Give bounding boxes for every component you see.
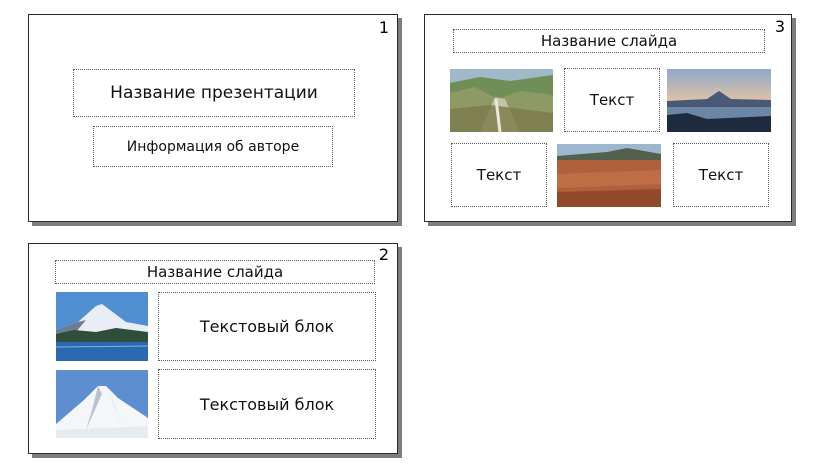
text-placeholder: Текст	[451, 143, 547, 207]
presentation-title-placeholder: Название презентации	[73, 69, 355, 117]
text-placeholder: Текст	[564, 68, 660, 132]
slide-number: 3	[774, 17, 785, 36]
slide-title-placeholder: Название слайда	[55, 260, 375, 284]
slide-number: 1	[378, 18, 389, 37]
author-info-placeholder: Информация об авторе	[93, 126, 333, 167]
text-block-placeholder: Текстовый блок	[158, 369, 376, 439]
tundra-photo	[557, 144, 661, 207]
volcano-lake-photo	[56, 292, 148, 361]
slide-3[interactable]: 3 Название слайда Текст Текст Текст	[424, 14, 792, 222]
volcano-sunset-photo	[667, 69, 771, 132]
snowy-volcano-photo	[56, 370, 148, 438]
text-block-placeholder: Текстовый блок	[158, 292, 376, 361]
valley-photo	[450, 69, 553, 132]
slide-title-placeholder: Название слайда	[453, 29, 765, 53]
text-placeholder: Текст	[673, 143, 769, 207]
slide-number: 2	[378, 245, 389, 264]
slide-1[interactable]: 1 Название презентации Информация об авт…	[28, 14, 398, 222]
slide-2[interactable]: 2 Название слайда Текстовый блок Текстов…	[28, 243, 398, 454]
